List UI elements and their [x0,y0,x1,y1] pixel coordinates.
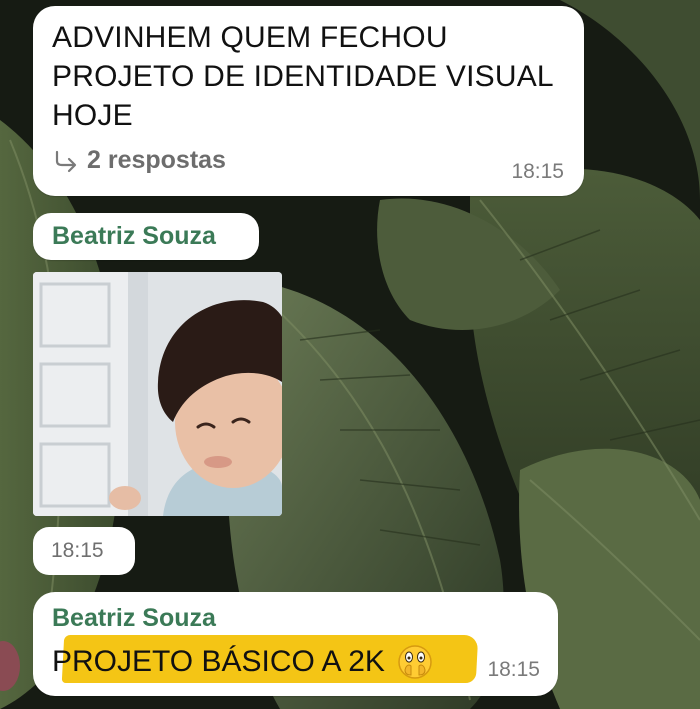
message-timestamp: 18:15 [511,160,564,183]
message-text-row: PROJETO BÁSICO A 2K [52,644,433,680]
replies-label: 2 respostas [87,146,226,174]
message-text: ADVINHEM QUEM FECHOU PROJETO DE IDENTIDA… [52,21,553,132]
photo-of-smiling-child [33,272,282,516]
message-text: PROJETO BÁSICO A 2K [52,645,385,678]
face-with-open-eyes-and-hand-over-mouth-icon [398,645,432,679]
sender-name[interactable]: Beatriz Souza [52,604,216,633]
replies-link[interactable]: 2 respostas [53,146,226,175]
photo-timestamp-chip: 18:15 [33,527,135,575]
photo-message[interactable] [33,272,282,516]
photo-timestamp: 18:15 [51,539,104,562]
message-timestamp: 18:15 [487,658,540,681]
reply-arrow-icon [55,150,77,172]
message-bubble[interactable]: ADVINHEM QUEM FECHOU PROJETO DE IDENTIDA… [33,6,584,196]
sender-name[interactable]: Beatriz Souza [52,222,216,251]
sender-name-bubble: Beatriz Souza [33,213,259,260]
message-bubble[interactable]: Beatriz Souza PROJETO BÁSICO A 2K 18:15 [33,592,558,696]
